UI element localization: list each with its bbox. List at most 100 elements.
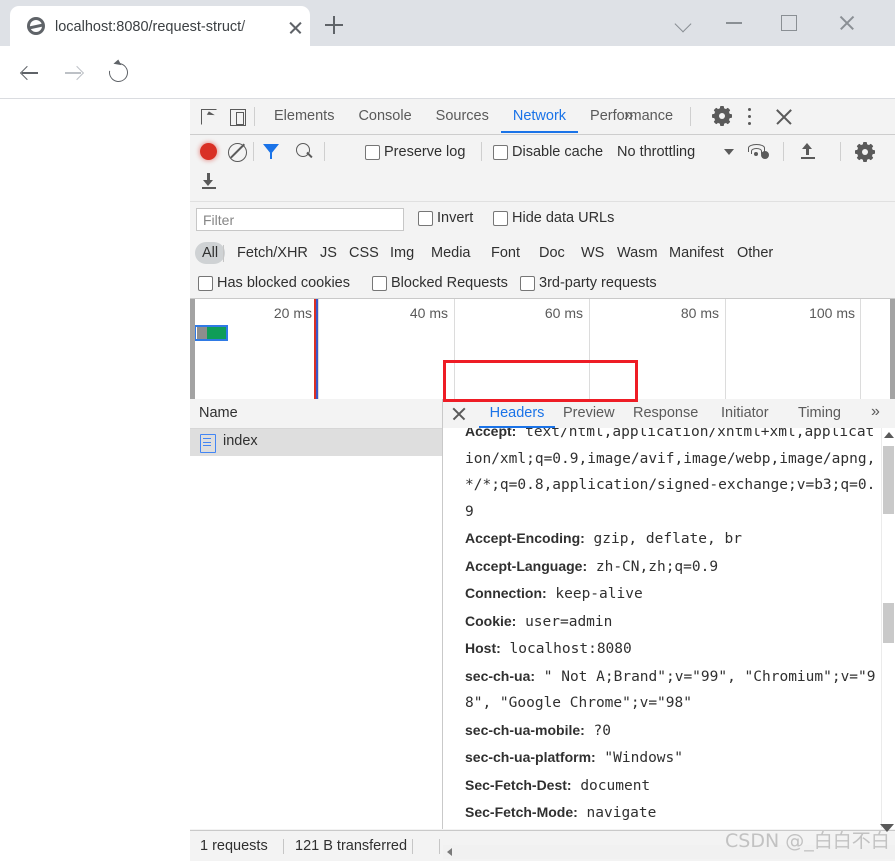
overview-right-handle[interactable] [890,299,895,399]
type-filter-all[interactable]: All [195,242,226,264]
type-filter-css[interactable]: CSS [342,242,386,264]
header-name: Sec-Fetch-Dest: [465,776,572,793]
preserve-log-checkbox[interactable] [365,145,380,160]
devtools-tab-list: Elements Console Sources Network Performance [262,99,685,133]
devtools-close-icon[interactable] [775,108,793,126]
tab-sources[interactable]: Sources [424,99,501,133]
window-controls [635,0,895,46]
document-icon [200,434,216,453]
preserve-log-label: Preserve log [384,144,466,160]
invert-label: Invert [437,210,474,226]
header-name: Accept: [465,428,517,439]
type-filter-js[interactable]: JS [313,242,344,264]
header-value: navigate [586,805,657,821]
header-name: sec-ch-ua-mobile: [465,721,585,738]
maximize-button[interactable] [769,0,815,46]
tab-console[interactable]: Console [346,99,423,133]
network-conditions-icon[interactable] [748,143,769,160]
detail-vertical-scrollbar[interactable] [881,428,895,828]
minimize-button[interactable] [715,0,761,46]
network-toolbar-row2 [190,169,895,201]
overview-left-handle[interactable] [190,299,195,399]
header-row: Accept: text/html,application/xhtml+xml,… [443,428,895,525]
type-filter-doc[interactable]: Doc [532,242,572,264]
detail-tab-response[interactable]: Response [633,399,698,427]
filter-input[interactable]: Filter [196,208,404,231]
search-icon[interactable] [296,143,313,160]
header-row: sec-ch-ua: " Not A;Brand";v="99", "Chrom… [443,663,895,717]
detail-tab-preview[interactable]: Preview [563,399,615,427]
close-window-button[interactable] [827,0,873,46]
header-name: Cookie: [465,612,517,629]
devtools-panel: Elements Console Sources Network Performance… [190,99,895,861]
chevron-down-icon[interactable] [724,149,734,155]
overview-tick-40ms: 40 ms [409,305,448,321]
more-tabs-icon[interactable]: » [624,105,633,125]
table-row[interactable]: index [190,429,442,456]
devtools-settings-icon[interactable] [712,106,732,126]
hide-data-urls-checkbox[interactable] [493,211,508,226]
blocked-requests-checkbox[interactable] [372,276,387,291]
resource-type-filters: All Fetch/XHR JS CSS Img Media Font Doc … [190,238,895,270]
close-detail-icon[interactable] [452,407,466,421]
header-value: text/html,application/xhtml+xml,applicat… [465,428,876,520]
network-settings-icon[interactable] [855,142,875,162]
tab-title: localhost:8080/request-struct/ [55,19,246,35]
browser-window: localhost:8080/request-struct/ i localho… [0,0,895,861]
new-tab-button[interactable] [325,16,343,34]
type-filter-manifest[interactable]: Manifest [662,242,731,264]
detail-tab-timing[interactable]: Timing [798,399,841,427]
import-har-icon[interactable] [800,143,816,160]
type-filter-other[interactable]: Other [730,242,780,264]
forward-button[interactable] [58,56,90,88]
globe-icon [27,17,45,35]
type-filter-font[interactable]: Font [484,242,527,264]
type-filter-wasm[interactable]: Wasm [610,242,665,264]
header-value: keep-alive [555,586,643,602]
record-button[interactable] [200,143,217,160]
throttling-select[interactable]: No throttling [617,144,695,160]
overview-tick-60ms: 60 ms [544,305,583,321]
scrollbar-thumb-secondary[interactable] [883,603,894,643]
device-toolbar-icon[interactable] [226,106,248,128]
tab-title-fade [240,14,278,40]
clear-button[interactable] [228,143,247,162]
inspect-element-icon[interactable] [198,106,220,128]
type-filter-ws[interactable]: WS [574,242,611,264]
tab-close-icon[interactable] [288,21,302,35]
header-row: Accept-Language: zh-CN,zh;q=0.9 [443,553,895,581]
devtools-menu-icon[interactable] [748,108,752,126]
type-filter-img[interactable]: Img [383,242,421,264]
disable-cache-checkbox[interactable] [493,145,508,160]
invert-checkbox[interactable] [418,211,433,226]
export-har-icon[interactable] [201,173,217,190]
type-filter-media[interactable]: Media [424,242,478,264]
column-header-name: Name [199,405,238,421]
detail-more-tabs-icon[interactable]: » [871,403,880,421]
filter-icon[interactable] [263,143,280,160]
header-name: Accept-Encoding: [465,530,585,546]
scrollbar-thumb[interactable] [883,446,894,514]
header-value: zh-CN,zh;q=0.9 [595,558,719,575]
reload-button[interactable] [102,56,134,88]
tab-search-chevron-icon[interactable] [663,0,709,46]
header-value: ?0 [593,722,612,739]
third-party-requests-checkbox[interactable] [520,276,535,291]
detail-tab-headers[interactable]: Headers [479,399,555,428]
scroll-left-icon[interactable] [447,848,452,856]
type-filter-fetch-xhr[interactable]: Fetch/XHR [230,242,315,264]
detail-tab-initiator[interactable]: Initiator [721,399,769,427]
scroll-up-icon[interactable] [884,432,894,438]
browser-tab[interactable]: localhost:8080/request-struct/ [10,6,310,46]
header-name: Host: [465,640,501,656]
request-count: 1 requests [200,838,268,854]
scroll-down-icon[interactable] [880,824,894,832]
headers-list: Accept: text/html,application/xhtml+xml,… [443,428,895,828]
tab-network[interactable]: Network [500,99,579,133]
back-button[interactable] [14,56,46,88]
blocked-filters-row: Has blocked cookies Blocked Requests 3rd… [190,270,895,299]
has-blocked-cookies-checkbox[interactable] [198,276,213,291]
devtools-tabbar: Elements Console Sources Network Performance… [190,99,895,135]
header-value: "Windows" [604,750,683,766]
tab-elements[interactable]: Elements [262,99,346,133]
